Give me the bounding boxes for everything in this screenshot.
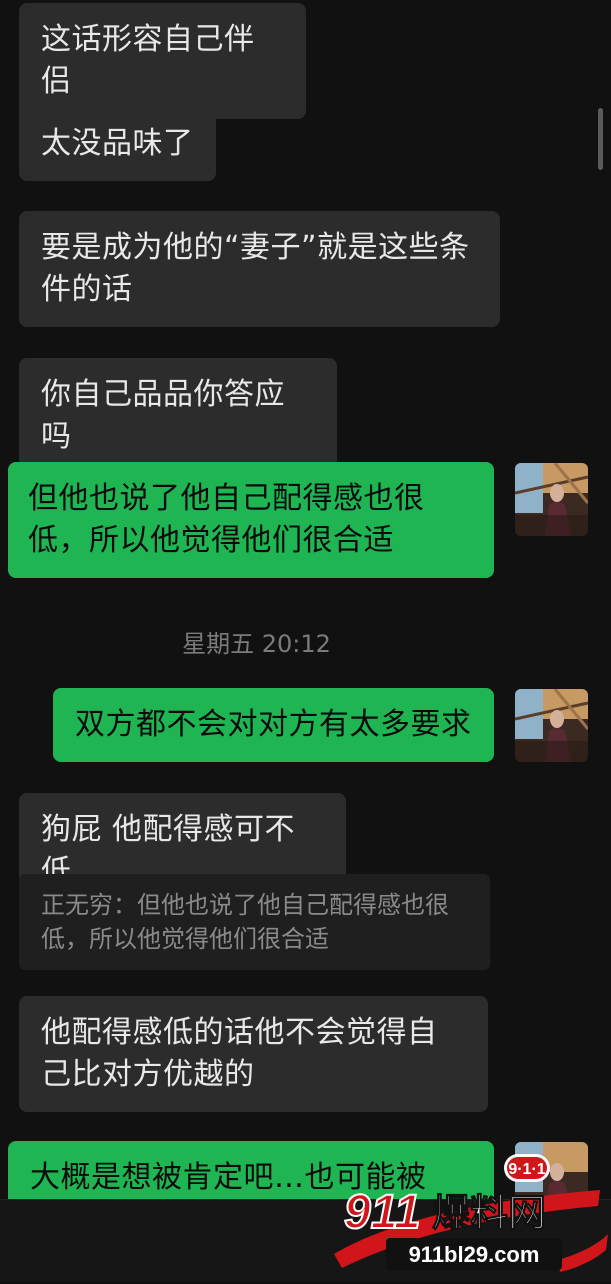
message-bubble-incoming[interactable]: 他配得感低的话他不会觉得自己比对方优越的	[19, 996, 488, 1112]
message-timestamp: 星期五 20:12	[182, 630, 331, 658]
message-bubble-incoming[interactable]: 这话形容自己伴侣	[19, 3, 306, 119]
message-text: 你自己品品你答应吗	[41, 377, 285, 454]
message-text: 这话形容自己伴侣	[41, 22, 255, 99]
message-bubble-incoming[interactable]: 你自己品品你答应吗	[19, 358, 337, 474]
chat-area[interactable]: 这话形容自己伴侣 太没品味了 要是成为他的“妻子”就是这些条件的话 你自己品品你…	[0, 0, 611, 1280]
message-bubble-incoming[interactable]: 要是成为他的“妻子”就是这些条件的话	[19, 211, 500, 327]
watermark-logo-icon: 9·1·1 911 爆料网 911bl29.com	[334, 1154, 608, 1272]
avatar-photo-icon	[515, 463, 588, 536]
quoted-message[interactable]: 正无穷：但他也说了他自己配得感也很低，所以他觉得他们很合适	[19, 874, 490, 970]
message-bubble-incoming[interactable]: 太没品味了	[19, 107, 216, 181]
quoted-message-text: 正无穷：但他也说了他自己配得感也很低，所以他觉得他们很合适	[41, 891, 449, 953]
my-avatar[interactable]	[515, 463, 588, 536]
message-text: 双方都不会对对方有太多要求	[75, 707, 472, 742]
scrollbar[interactable]	[598, 108, 603, 170]
my-avatar[interactable]	[515, 689, 588, 762]
message-text: 但他也说了他自己配得感也很低，所以他觉得他们很合适	[28, 481, 425, 558]
watermark-logo: 9·1·1 911 爆料网 911bl29.com	[328, 1150, 611, 1280]
svg-text:9·1·1: 9·1·1	[508, 1161, 545, 1178]
message-text: 他配得感低的话他不会觉得自己比对方优越的	[41, 1015, 438, 1092]
svg-text:911bl29.com: 911bl29.com	[409, 1242, 540, 1267]
avatar-photo-icon	[515, 689, 588, 762]
message-text: 太没品味了	[41, 126, 194, 161]
svg-text:911: 911	[344, 1186, 421, 1239]
svg-text:爆料网: 爆料网	[432, 1191, 546, 1235]
message-text: 要是成为他的“妻子”就是这些条件的话	[41, 230, 470, 307]
message-bubble-outgoing[interactable]: 双方都不会对对方有太多要求	[53, 688, 494, 762]
message-bubble-outgoing[interactable]: 但他也说了他自己配得感也很低，所以他觉得他们很合适	[8, 462, 494, 578]
